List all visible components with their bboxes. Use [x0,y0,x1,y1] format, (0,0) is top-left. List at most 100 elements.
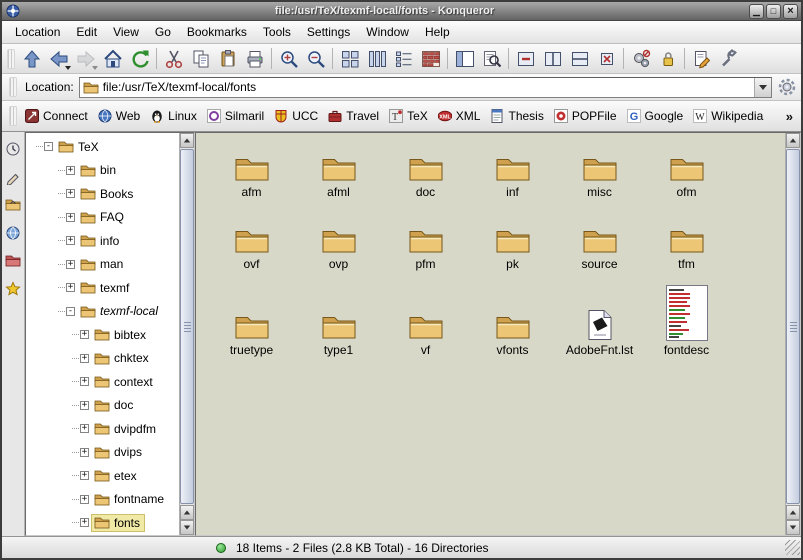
zoom-out-button[interactable] [302,45,329,72]
tree-item-dvips[interactable]: +dvips [26,441,179,465]
bookmark-linux[interactable]: Linux [145,106,202,126]
bookmark-silmaril[interactable]: Silmaril [202,106,269,126]
titlebar[interactable]: file:/usr/TeX/texmf-local/fonts - Konque… [2,2,801,21]
tree-item-inner[interactable]: dvips [92,444,146,460]
tree-item-dvipdfm[interactable]: +dvipdfm [26,417,179,441]
file-item-tfm[interactable]: tfm [643,213,730,271]
bookmark-xml[interactable]: XMLXML [433,106,486,126]
file-item-fontdesc[interactable]: fontdesc [643,285,730,357]
tree-item-info[interactable]: +info [26,229,179,253]
tree-item-doc[interactable]: +doc [26,394,179,418]
tree-item-inner[interactable]: TeX [56,139,103,155]
maximize-button[interactable]: □ [766,4,781,19]
file-item-vfonts[interactable]: vfonts [469,285,556,357]
tree-item-inner[interactable]: fonts [92,515,144,531]
split-view-left-right-button[interactable] [539,45,566,72]
tree-item-inner[interactable]: texmf [78,280,133,296]
tree-item-inner[interactable]: info [78,233,123,249]
tree-item-fontname[interactable]: +fontname [26,488,179,512]
menu-help[interactable]: Help [417,22,458,42]
zoom-in-button[interactable] [275,45,302,72]
scrollbar-track[interactable] [180,148,194,505]
reload-button[interactable] [126,45,153,72]
scroll-up-button[interactable] [786,133,800,148]
sidebar-tab-network[interactable] [5,224,22,241]
scroll-down-button[interactable] [786,520,800,535]
file-item-AdobeFnt.lst[interactable]: AdobeFnt.lst [556,285,643,357]
menu-go[interactable]: Go [147,22,179,42]
tree-item-inner[interactable]: context [92,374,157,390]
up-button[interactable] [18,45,45,72]
toolbar-drag-handle[interactable] [7,49,15,69]
file-item-misc[interactable]: misc [556,141,643,199]
bookmark-travel[interactable]: Travel [323,106,384,126]
copy-button[interactable] [187,45,214,72]
file-item-afm[interactable]: afm [208,141,295,199]
content-scrollbar[interactable] [785,133,800,535]
expander-icon[interactable]: + [66,166,75,175]
home-button[interactable] [99,45,126,72]
tree-item-inner[interactable]: man [78,256,127,272]
expander-icon[interactable]: + [66,213,75,222]
scroll-up-button-bottom[interactable] [180,505,194,520]
cut-button[interactable] [160,45,187,72]
multicolumn-view-button[interactable] [363,45,390,72]
menu-settings[interactable]: Settings [299,22,358,42]
expander-icon[interactable]: + [80,518,89,527]
file-item-pfm[interactable]: pfm [382,213,469,271]
tree-item-bin[interactable]: +bin [26,159,179,183]
paste-button[interactable] [214,45,241,72]
expander-icon[interactable]: + [80,424,89,433]
bookmark-connect[interactable]: Connect [20,106,93,126]
tree-item-inner[interactable]: texmf-local [78,303,162,319]
bookmark-web[interactable]: Web [93,106,145,126]
file-item-vf[interactable]: vf [382,285,469,357]
bookmark-tex[interactable]: TTeX [384,106,433,126]
tree-item-inner[interactable]: fontname [92,491,168,507]
scroll-up-button[interactable] [180,133,194,148]
tree-item-texmf[interactable]: +texmf [26,276,179,300]
file-item-inf[interactable]: inf [469,141,556,199]
expander-icon[interactable]: - [66,307,75,316]
tree-scrollbar[interactable] [179,133,194,535]
file-item-truetype[interactable]: truetype [208,285,295,357]
file-item-pk[interactable]: pk [469,213,556,271]
tree-item-inner[interactable]: doc [92,397,137,413]
icon-view-button[interactable] [336,45,363,72]
file-item-ofm[interactable]: ofm [643,141,730,199]
menu-tools[interactable]: Tools [255,22,299,42]
file-item-ovf[interactable]: ovf [208,213,295,271]
bookmark-popfile[interactable]: POPFile [549,106,622,126]
run-command-button[interactable] [627,45,654,72]
scrollbar-thumb[interactable] [786,149,800,504]
bookmark-thesis[interactable]: Thesis [485,106,548,126]
expander-icon[interactable]: + [80,495,89,504]
back-button[interactable] [45,45,72,72]
expander-icon[interactable]: + [80,448,89,457]
detailed-list-view-button[interactable] [390,45,417,72]
tree-item-inner[interactable]: Books [78,186,137,202]
expander-icon[interactable]: + [80,377,89,386]
tree-item-Books[interactable]: +Books [26,182,179,206]
file-item-doc[interactable]: doc [382,141,469,199]
expander-icon[interactable]: + [80,330,89,339]
security-button[interactable] [654,45,681,72]
expander-icon[interactable]: + [80,401,89,410]
menu-edit[interactable]: Edit [68,22,105,42]
toolbar-drag-handle[interactable] [9,106,17,126]
tree-item-TeX[interactable]: -TeX [26,135,179,159]
toolbar-drag-handle[interactable] [9,77,17,97]
menu-location[interactable]: Location [7,22,68,42]
close-view-button[interactable] [593,45,620,72]
tree-item-texmf-local[interactable]: -texmf-local [26,300,179,324]
location-dropdown-button[interactable] [754,78,771,97]
expander-icon[interactable]: + [66,260,75,269]
menu-view[interactable]: View [105,22,147,42]
configure-button[interactable] [715,45,742,72]
resize-grip[interactable] [785,540,800,555]
expander-icon[interactable]: + [66,236,75,245]
tree-item-inner[interactable]: etex [92,468,141,484]
tree-item-inner[interactable]: dvipdfm [92,421,160,437]
scrollbar-thumb[interactable] [180,149,194,504]
close-button[interactable]: × [783,4,798,19]
